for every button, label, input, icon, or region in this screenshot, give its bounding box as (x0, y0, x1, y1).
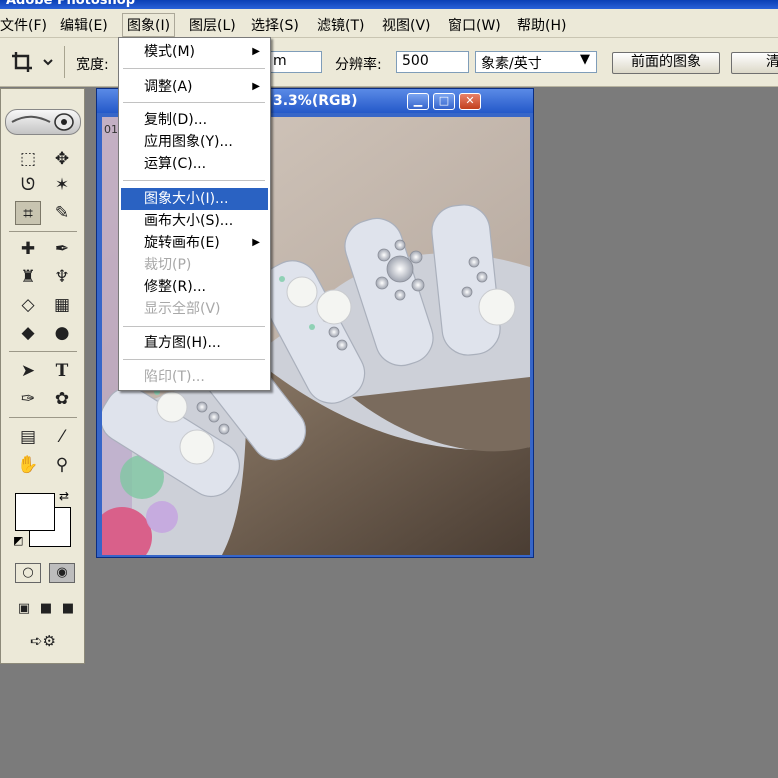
menu-edit[interactable]: 编辑(E) (60, 15, 108, 35)
menu-item-mode[interactable]: 模式(M) ▶ (121, 41, 268, 63)
crop-icon (12, 52, 53, 72)
toolbox-header[interactable] (5, 109, 81, 135)
slice-tool-icon[interactable]: ✎ (49, 201, 75, 225)
menu-item-crop: 裁切(P) (144, 257, 192, 273)
brush-tool-icon[interactable]: ✒ (49, 237, 75, 261)
menu-separator (123, 68, 265, 69)
zoom-tool-icon[interactable]: ⚲ (49, 453, 75, 477)
custom-shape-icon[interactable]: ✿ (49, 387, 75, 411)
stamp-tool-icon[interactable]: ♜ (15, 265, 41, 289)
toolbox-divider (9, 351, 77, 352)
menu-separator (123, 102, 265, 103)
submenu-arrow-icon: ▶ (252, 46, 260, 57)
app-title: Adobe Photoshop (6, 0, 136, 8)
default-colors-icon[interactable]: ◩ (13, 534, 23, 547)
standard-mode-icon[interactable]: ○ (15, 563, 41, 583)
hand-tool-icon[interactable]: ✋ (15, 453, 41, 477)
resolution-input[interactable]: 500 (396, 51, 469, 73)
gradient-tool-icon[interactable]: ▦ (49, 293, 75, 317)
menu-image[interactable]: 图象(I) (122, 13, 176, 37)
menu-separator (123, 180, 265, 181)
swap-colors-icon[interactable]: ⇄ (59, 489, 69, 503)
move-tool-icon[interactable]: ✥ (49, 147, 75, 171)
quick-mask-mode-icon[interactable]: ◉ (49, 563, 75, 583)
jump-to-imageready-icon[interactable]: ➪⚙ (15, 629, 71, 653)
marquee-tool-icon[interactable]: ⬚ (15, 147, 41, 171)
crop-tool-icon[interactable]: ⌗ (15, 201, 41, 225)
resolution-unit-select[interactable]: 象素/英寸 ▼ (475, 51, 597, 73)
toolbox-divider (9, 231, 77, 232)
history-brush-icon[interactable]: ♆ (49, 265, 75, 289)
menu-item-trap: 陷印(T)... (144, 369, 205, 385)
crop-tool-preset[interactable] (10, 50, 58, 74)
blur-tool-icon[interactable]: ◆ (15, 321, 41, 345)
magic-wand-tool-icon[interactable]: ✶ (49, 173, 75, 197)
close-icon[interactable]: ✕ (459, 93, 481, 110)
menu-filter[interactable]: 滤镜(T) (317, 15, 364, 35)
resolution-label: 分辨率: (335, 57, 382, 73)
submenu-arrow-icon: ▶ (252, 237, 260, 248)
screen-mode-full-icon[interactable]: ■ (55, 597, 81, 621)
menu-item-canvas-size[interactable]: 画布大小(S)... (121, 210, 268, 232)
menu-file[interactable]: 文件(F) (0, 15, 47, 35)
menu-select[interactable]: 选择(S) (251, 15, 299, 35)
menu-window[interactable]: 窗口(W) (448, 15, 501, 35)
eyedropper-tool-icon[interactable]: ⁄ (49, 425, 75, 449)
eraser-tool-icon[interactable]: ◇ (15, 293, 41, 317)
menu-item-trim[interactable]: 修整(R)... (121, 276, 268, 298)
lasso-tool-icon[interactable]: ᘎ (15, 173, 41, 197)
menu-view[interactable]: 视图(V) (382, 15, 431, 35)
clear-button[interactable]: 清 (731, 52, 778, 74)
menu-separator (123, 359, 265, 360)
maximize-icon[interactable]: □ (433, 93, 455, 110)
toolbox: ⬚ ✥ ᘎ ✶ ⌗ ✎ ✚ ✒ ♜ ♆ ◇ ▦ ◆ ● ➤ T ✑ ✿ ▤ ⁄ … (0, 88, 85, 664)
menu-item-apply-image[interactable]: 应用图象(Y)... (121, 131, 268, 153)
eye-feather-icon (11, 113, 74, 131)
menu-item-adjust[interactable]: 调整(A) ▶ (121, 76, 268, 98)
type-tool-icon[interactable]: T (49, 359, 75, 383)
menu-item-rotate-canvas[interactable]: 旋转画布(E) ▶ (121, 232, 268, 254)
minimize-icon[interactable]: ▁ (407, 93, 429, 110)
width-unit-field[interactable]: m (267, 51, 322, 73)
menu-bar: 文件(F) 编辑(E) 图象(I) 图层(L) 选择(S) 滤镜(T) 视图(V… (0, 9, 778, 38)
image-menu-dropdown: 模式(M) ▶ 调整(A) ▶ 复制(D)... 应用图象(Y)... 运算(C).… (118, 37, 271, 391)
width-label: 宽度: (76, 57, 109, 73)
menu-item-calculations[interactable]: 运算(C)... (121, 153, 268, 175)
chevron-down-icon: ▼ (580, 52, 590, 67)
menu-item-image-size[interactable]: 图象大小(I)... (121, 188, 268, 210)
menu-help[interactable]: 帮助(H) (517, 15, 566, 35)
submenu-arrow-icon: ▶ (252, 81, 260, 92)
front-image-button[interactable]: 前面的图象 (612, 52, 720, 74)
menu-item-reveal-all: 显示全部(V) (144, 301, 221, 317)
menu-layer[interactable]: 图层(L) (189, 15, 236, 35)
notes-tool-icon[interactable]: ▤ (15, 425, 41, 449)
foreground-color-swatch[interactable] (15, 493, 55, 531)
options-divider (64, 46, 65, 78)
toolbox-divider (9, 417, 77, 418)
canvas-corner-text: 01 (104, 123, 118, 136)
document-title: 3.3%(RGB) (273, 93, 358, 109)
dodge-tool-icon[interactable]: ● (49, 321, 75, 345)
menu-item-histogram[interactable]: 直方图(H)... (121, 332, 268, 354)
menu-item-duplicate[interactable]: 复制(D)... (121, 109, 268, 131)
app-title-bar: Adobe Photoshop (0, 0, 778, 9)
path-selection-icon[interactable]: ➤ (15, 359, 41, 383)
menu-separator (123, 326, 265, 327)
pen-tool-icon[interactable]: ✑ (15, 387, 41, 411)
options-bar: 宽度: m 分辨率: 500 象素/英寸 ▼ 前面的图象 清 (0, 38, 778, 87)
healing-brush-icon[interactable]: ✚ (15, 237, 41, 261)
